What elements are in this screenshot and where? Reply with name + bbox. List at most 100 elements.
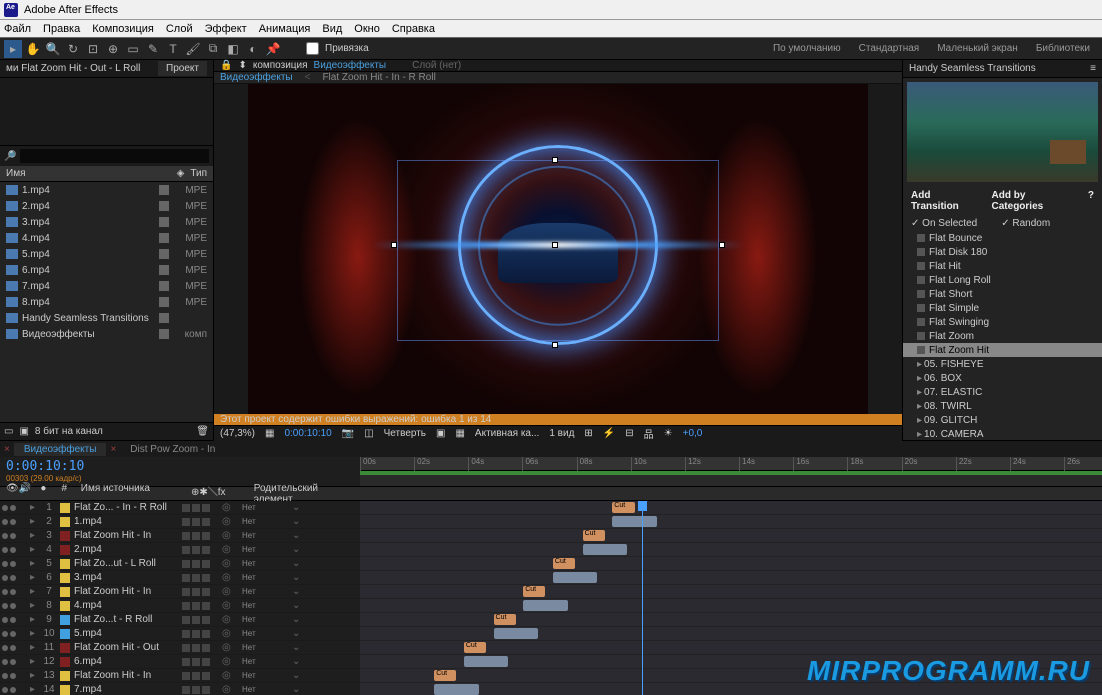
zoom-tool-icon[interactable]: 🔍 [44, 40, 62, 58]
track-row[interactable]: Cut [360, 529, 1102, 543]
visibility-icon[interactable] [2, 505, 8, 511]
expand-icon[interactable]: ▸ [30, 642, 40, 653]
audio-icon[interactable] [10, 603, 16, 609]
visibility-icon[interactable] [2, 617, 8, 623]
label-color[interactable] [60, 629, 70, 639]
current-time[interactable]: 0:00:10:10 [6, 459, 354, 474]
layer-row[interactable]: ▸63.mp4◎Нет⌄ [0, 571, 360, 585]
project-item[interactable]: Видеоэффектыкомп [0, 326, 213, 342]
track-row[interactable] [360, 599, 1102, 613]
menu-Справка[interactable]: Справка [392, 23, 435, 35]
puppet-tool-icon[interactable]: 📌 [264, 40, 282, 58]
timecode-display[interactable]: 0:00:10:10 [284, 428, 331, 439]
menu-Правка[interactable]: Правка [43, 23, 80, 35]
clone-tool-icon[interactable]: ⧉ [204, 40, 222, 58]
visibility-icon[interactable] [2, 659, 8, 665]
parent-dropdown[interactable]: Нет [242, 573, 292, 582]
label-icon[interactable] [159, 233, 169, 243]
col-name[interactable]: Имя [6, 168, 177, 179]
menu-Эффект[interactable]: Эффект [205, 23, 247, 35]
anchor-tool-icon[interactable]: ⊕ [104, 40, 122, 58]
col-type[interactable]: Тип [190, 168, 207, 179]
audio-icon[interactable] [10, 505, 16, 511]
parent-dropdown[interactable]: Нет [242, 685, 292, 694]
layer-switches[interactable] [182, 658, 222, 666]
visibility-icon[interactable] [2, 687, 8, 693]
parent-dropdown[interactable]: Нет [242, 559, 292, 568]
transition-category[interactable]: 05. FISHEYE [903, 357, 1102, 371]
clip-v[interactable] [494, 628, 539, 639]
timeline-tab-other[interactable]: Dist Pow Zoom - In [120, 443, 225, 456]
label-icon[interactable] [159, 297, 169, 307]
label-color[interactable] [60, 671, 70, 681]
layer-switches[interactable] [182, 616, 222, 624]
clip-cut[interactable]: Cut [523, 586, 545, 597]
eraser-tool-icon[interactable]: ◧ [224, 40, 242, 58]
visibility-icon[interactable] [2, 673, 8, 679]
help-button[interactable]: ? [1088, 190, 1094, 212]
clip-cut[interactable]: Cut [494, 614, 516, 625]
label-color[interactable] [60, 587, 70, 597]
label-color[interactable] [60, 573, 70, 583]
snapshot-icon[interactable]: 📷 [342, 428, 354, 439]
label-color[interactable] [60, 559, 70, 569]
audio-icon[interactable] [10, 547, 16, 553]
region-icon[interactable]: ▣ [436, 428, 445, 439]
visibility-icon[interactable] [2, 533, 8, 539]
project-item[interactable]: 3.mp4MPE [0, 214, 213, 230]
track-row[interactable] [360, 515, 1102, 529]
rect-tool-icon[interactable]: ▭ [124, 40, 142, 58]
parent-dropdown[interactable]: Нет [242, 657, 292, 666]
layer-row[interactable]: ▸126.mp4◎Нет⌄ [0, 655, 360, 669]
audio-icon[interactable] [10, 533, 16, 539]
layer-switches[interactable] [182, 560, 222, 568]
camera-dropdown[interactable]: Активная ка... [475, 428, 539, 439]
clip-cut[interactable]: Cut [583, 530, 605, 541]
layer-switches[interactable] [182, 630, 222, 638]
track-row[interactable]: Cut [360, 501, 1102, 515]
layer-row[interactable]: ▸147.mp4◎Нет⌄ [0, 683, 360, 695]
visibility-icon[interactable] [2, 631, 8, 637]
menu-Файл[interactable]: Файл [4, 23, 31, 35]
expand-icon[interactable]: ▸ [30, 656, 40, 667]
add-transition-button[interactable]: Add Transition [911, 190, 972, 212]
label-icon[interactable] [159, 265, 169, 275]
menu-Вид[interactable]: Вид [322, 23, 342, 35]
selection-bounds[interactable] [397, 160, 719, 342]
clip-cut[interactable]: Cut [612, 502, 634, 513]
expand-icon[interactable]: ▸ [30, 628, 40, 639]
visibility-icon[interactable] [2, 589, 8, 595]
visibility-icon[interactable] [2, 547, 8, 553]
layer-row[interactable]: ▸5Flat Zo...ut - L Roll◎Нет⌄ [0, 557, 360, 571]
parent-dropdown[interactable]: Нет [242, 629, 292, 638]
roto-tool-icon[interactable]: ◐ [244, 40, 262, 58]
timeline-tab-active[interactable]: Видеоэффекты [14, 443, 107, 456]
selection-tool-icon[interactable]: ▸ [4, 40, 22, 58]
expression-warning-bar[interactable]: Этот проект содержит ошибки выражений: о… [214, 414, 902, 425]
panel-menu-icon[interactable]: ≡ [1090, 63, 1096, 74]
label-icon[interactable] [159, 201, 169, 211]
expand-icon[interactable]: ▸ [30, 600, 40, 611]
viewer-tab-main[interactable]: Видеоэффекты [220, 72, 293, 83]
transition-category[interactable]: 06. BOX [903, 371, 1102, 385]
label-color[interactable] [60, 643, 70, 653]
parent-dropdown[interactable]: Нет [242, 615, 292, 624]
label-icon[interactable] [159, 313, 169, 323]
layer-row[interactable]: ▸13Flat Zoom Hit - In◎Нет⌄ [0, 669, 360, 683]
bpc-label[interactable]: 8 бит на канал [35, 426, 103, 437]
transition-item[interactable]: Flat Short [903, 287, 1102, 301]
tl-close-icon[interactable]: × [4, 444, 10, 455]
transition-item[interactable]: Flat Bounce [903, 231, 1102, 245]
expand-icon[interactable]: ▸ [30, 614, 40, 625]
project-item[interactable]: 8.mp4MPE [0, 294, 213, 310]
menu-Слой[interactable]: Слой [166, 23, 193, 35]
viewer-canvas[interactable] [214, 84, 902, 414]
project-item[interactable]: 2.mp4MPE [0, 198, 213, 214]
project-item[interactable]: 7.mp4MPE [0, 278, 213, 294]
audio-icon[interactable] [10, 687, 16, 693]
audio-icon[interactable] [10, 589, 16, 595]
layer-switches[interactable] [182, 686, 222, 694]
expand-icon[interactable]: ▸ [30, 516, 40, 527]
track-row[interactable] [360, 543, 1102, 557]
new-comp-icon[interactable]: ▣ [19, 426, 28, 437]
